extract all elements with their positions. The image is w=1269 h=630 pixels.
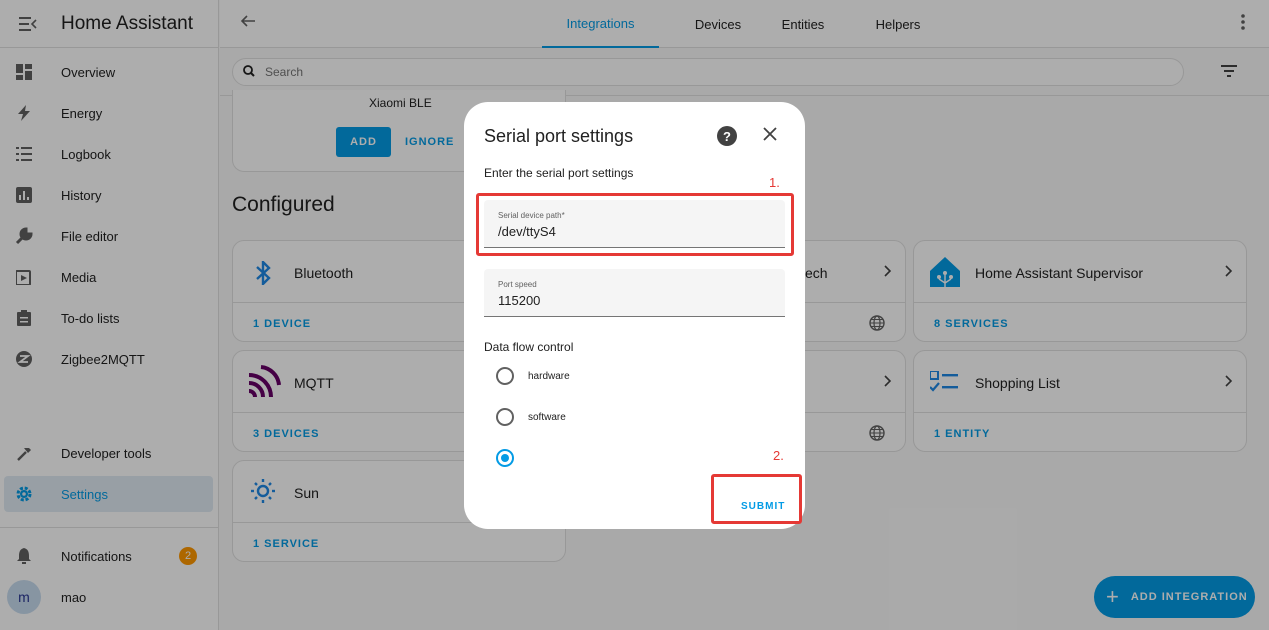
dialog-title: Serial port settings <box>484 126 634 146</box>
radio-option-hardware[interactable]: hardware <box>496 366 570 386</box>
port-speed-field[interactable]: Port speed 115200 <box>484 269 785 317</box>
close-icon[interactable] <box>763 124 777 147</box>
annotation-box-submit <box>711 474 802 524</box>
radio-label: hardware <box>528 370 570 382</box>
serial-port-dialog: Serial port settings ? Enter the serial … <box>464 102 805 529</box>
annotation-box-device-path <box>476 193 794 256</box>
dialog-description: Enter the serial port settings <box>484 166 634 180</box>
radio-label: software <box>528 411 566 423</box>
radio-button[interactable] <box>496 367 514 385</box>
radio-option-software[interactable]: software <box>496 407 566 427</box>
radio-button[interactable] <box>496 408 514 426</box>
field-value: 115200 <box>498 293 541 308</box>
annotation-label-1: 1. <box>769 175 780 190</box>
field-label: Port speed <box>498 280 537 289</box>
flow-control-label: Data flow control <box>484 340 574 354</box>
radio-option-none[interactable] <box>496 448 528 468</box>
help-icon[interactable]: ? <box>717 126 737 146</box>
radio-button-selected[interactable] <box>496 449 514 467</box>
annotation-label-2: 2. <box>773 448 784 463</box>
